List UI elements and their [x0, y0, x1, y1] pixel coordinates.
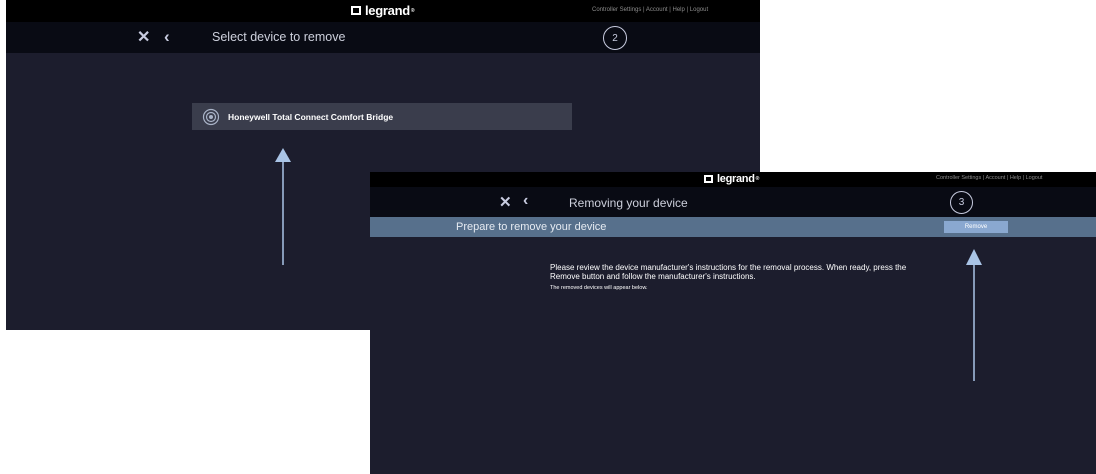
prepare-bar: Prepare to remove your device Remove [370, 217, 1096, 237]
up-arrow-icon [275, 148, 291, 265]
content-area: Please review the device manufacturer's … [370, 237, 1096, 474]
link-logout[interactable]: Logout [690, 7, 708, 13]
logo-text: legrand [365, 3, 410, 18]
link-controller-settings[interactable]: Controller Settings [936, 175, 981, 181]
remove-button[interactable]: Remove [944, 221, 1008, 233]
logo-text: legrand [717, 173, 755, 185]
title-bar: ✕ ‹ Select device to remove 2 [6, 22, 760, 53]
title-bar: ✕ ‹ Removing your device 3 [370, 187, 1096, 217]
link-logout[interactable]: Logout [1026, 175, 1043, 181]
trademark: ® [410, 7, 415, 14]
legrand-logo-mark [351, 6, 361, 15]
thermostat-icon [202, 108, 220, 125]
page-title: Select device to remove [212, 30, 346, 44]
link-account[interactable]: Account [985, 175, 1005, 181]
prepare-text: Prepare to remove your device [456, 221, 607, 233]
step-number: 3 [958, 197, 965, 208]
link-controller-settings[interactable]: Controller Settings [592, 7, 641, 13]
back-icon[interactable]: ‹ [164, 28, 170, 45]
close-icon[interactable]: ✕ [137, 30, 150, 46]
legrand-logo-mark [704, 175, 713, 183]
instructions-text: Please review the device manufacturer's … [550, 263, 907, 281]
screen-removing-device: legrand ® Controller Settings | Account … [370, 172, 1096, 474]
page-title: Removing your device [569, 196, 688, 210]
top-strip: legrand ® Controller Settings | Account … [6, 0, 760, 22]
legrand-logo: legrand ® [704, 173, 759, 185]
trademark: ® [755, 176, 760, 182]
link-account[interactable]: Account [646, 7, 668, 13]
up-arrow-icon [966, 249, 982, 381]
step-number: 2 [612, 32, 618, 44]
device-label: Honeywell Total Connect Comfort Bridge [228, 111, 394, 122]
step-indicator: 3 [950, 191, 973, 214]
step-indicator: 2 [603, 26, 627, 50]
legrand-logo: legrand ® [351, 3, 415, 18]
utility-links: Controller Settings | Account | Help | L… [592, 7, 709, 13]
device-item[interactable]: Honeywell Total Connect Comfort Bridge [192, 103, 572, 130]
close-icon[interactable]: ✕ [499, 195, 512, 210]
link-help[interactable]: Help [673, 7, 685, 13]
back-icon[interactable]: ‹ [523, 193, 528, 209]
utility-links: Controller Settings | Account | Help | L… [936, 175, 1043, 181]
instructions: Please review the device manufacturer's … [550, 263, 920, 291]
removed-note: The removed devices will appear below. [550, 285, 648, 291]
link-help[interactable]: Help [1010, 175, 1021, 181]
top-strip: legrand ® Controller Settings | Account … [370, 172, 1096, 187]
